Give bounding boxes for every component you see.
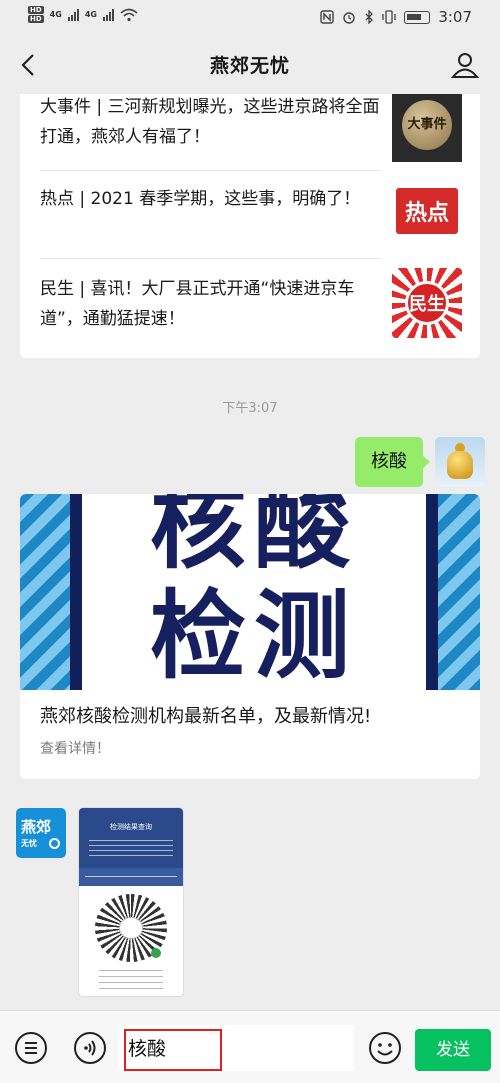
voice-icon[interactable] [73,1031,107,1065]
avatar-text: 无忧 [21,839,37,848]
view-details-link[interactable]: 查看详情！ [40,738,110,758]
status-bar: HD HD 4G 4G 3:07 [0,0,500,36]
cover-text-line1: 核酸 [150,494,358,582]
thumb-label: 民生 [405,281,449,325]
news-item[interactable]: 大事件 | 三河新规划曝光，这些进京路将全面打通，燕郊人有福了！ 大事件 [40,94,480,164]
nav-bar: 燕郊无忧 [0,36,500,94]
avatar-text: 燕郊 [21,818,52,836]
page-title: 燕郊无忧 [209,55,290,77]
news-card: 大事件 | 三河新规划曝光，这些进京路将全面打通，燕郊人有福了！ 大事件 热点 … [20,94,480,358]
news-title: 民生 | 喜讯！大厂县正式开通“快速进京车道”，通勤猛提速！ [40,279,355,329]
news-thumbnail: 热点 [392,178,462,248]
network-type: 4G [84,10,97,19]
article-card[interactable]: 核酸 检测 燕郊核酸检测机构最新名单，及最新情况! 查看详情！ [20,494,480,779]
article-title: 燕郊核酸检测机构最新名单，及最新情况! [40,706,372,727]
bluetooth-icon [365,10,374,24]
alarm-icon [343,12,356,24]
poster-image-message[interactable]: 检测结果查询 [79,808,183,996]
highlight-box [124,1029,222,1071]
signal-icon [67,8,79,21]
cover-text-line2: 检测 [150,580,358,690]
qr-code-icon [95,894,167,962]
news-title: 大事件 | 三河新规划曝光，这些进京路将全面打通，燕郊人有福了！ [40,97,380,147]
user-icon[interactable] [450,50,480,80]
message-timestamp: 下午3:07 [222,401,278,416]
emoji-icon[interactable] [368,1031,402,1065]
input-bar: 核酸 发送 [0,1010,500,1083]
news-thumbnail: 大事件 [392,94,462,162]
poster-heading: 检测结果查询 [110,823,152,831]
clock: 3:07 [438,8,472,26]
network-type: 4G [49,10,62,19]
battery-icon [404,10,431,24]
vibrate-icon [382,10,396,24]
divider [40,170,380,171]
signal-icon [102,8,114,21]
divider [40,258,380,259]
hd-badge: HD [28,6,44,14]
news-title: 热点 | 2021 春季学期，这些事，明确了！ [40,189,361,209]
article-cover-image: 核酸 检测 [20,494,480,690]
menu-list-icon[interactable] [14,1031,48,1065]
chat-area[interactable]: 大事件 | 三河新规划曝光，这些进京路将全面打通，燕郊人有福了！ 大事件 热点 … [0,94,500,1010]
news-thumbnail: 民生 [392,268,462,338]
my-avatar[interactable] [435,437,485,487]
sent-message-bubble[interactable]: 核酸 [355,437,430,487]
send-button[interactable]: 发送 [415,1029,491,1071]
official-account-avatar[interactable]: 燕郊 无忧 [16,808,66,858]
news-item[interactable]: 热点 | 2021 春季学期，这些事，明确了！ 热点 [40,178,480,254]
thumb-label: 大事件 [402,100,452,150]
wifi-icon [120,8,138,21]
nfc-icon [320,10,335,24]
news-item[interactable]: 民生 | 喜讯！大厂县正式开通“快速进京车道”，通勤猛提速！ 民生 [40,268,480,344]
thumb-label: 热点 [396,188,458,234]
hd-badge: HD [28,15,44,23]
